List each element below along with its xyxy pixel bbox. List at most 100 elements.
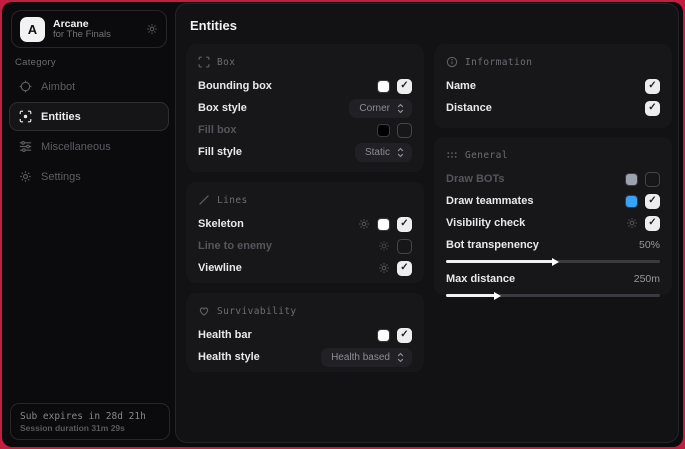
slider-track[interactable] [446, 260, 660, 263]
health-style-select[interactable]: Health based [321, 348, 412, 367]
sub-expiry-text: Sub expires in 28d 21h [20, 411, 160, 422]
setting-label: Line to enemy [198, 240, 378, 252]
app-subtitle: for The Finals [53, 30, 138, 41]
select-value: Static [365, 147, 390, 158]
crosshair-icon [19, 80, 32, 93]
max-distance-slider-group: Max distance 250m [446, 270, 660, 297]
checkbox[interactable] [645, 172, 660, 187]
setting-label: Skeleton [198, 218, 358, 230]
sidebar-item-label: Entities [41, 111, 81, 123]
session-duration-text: Session duration 31m 29s [20, 423, 160, 433]
color-swatch[interactable] [377, 218, 390, 231]
gear-icon[interactable] [358, 218, 370, 230]
diagonal-line-icon [198, 194, 210, 206]
general-section: General Draw BOTs Draw teammates Visibil… [434, 137, 672, 295]
gear-icon[interactable] [378, 262, 390, 274]
app-title: Arcane [53, 18, 138, 30]
color-swatch[interactable] [625, 195, 638, 208]
setting-row: Health style Health based [198, 346, 412, 368]
info-icon [446, 56, 458, 68]
brand-card: A Arcane for The Finals [11, 10, 167, 48]
setting-label: Health bar [198, 329, 377, 341]
gear-icon[interactable] [378, 240, 390, 252]
sidebar-item-miscellaneous[interactable]: Miscellaneous [9, 132, 169, 161]
checkbox[interactable] [645, 216, 660, 231]
setting-row: Fill style Static [198, 141, 412, 163]
gear-icon[interactable] [626, 217, 638, 229]
checkbox[interactable] [645, 101, 660, 116]
fill-style-select[interactable]: Static [355, 143, 412, 162]
checkbox[interactable] [397, 328, 412, 343]
setting-label: Name [446, 80, 645, 92]
chevrons-up-down-icon [396, 147, 405, 158]
color-swatch[interactable] [377, 80, 390, 93]
setting-row: Fill box [198, 119, 412, 141]
box-style-select[interactable]: Corner [349, 99, 412, 118]
setting-label: Box style [198, 102, 349, 114]
main-panel: Entities Box Bounding box Box style [175, 3, 679, 443]
setting-row: Box style Corner [198, 97, 412, 119]
corners-icon [198, 56, 210, 68]
survivability-section: Survivability Health bar Health style He… [186, 293, 424, 372]
sidebar: A Arcane for The Finals Category [2, 2, 175, 447]
slider-label: Max distance [446, 273, 634, 285]
sidebar-item-aimbot[interactable]: Aimbot [9, 72, 169, 101]
slider-fill [446, 294, 495, 297]
bot-transparency-slider-group: Bot transpenency 50% [446, 236, 660, 263]
sidebar-item-label: Aimbot [41, 81, 75, 93]
slider-thumb[interactable] [552, 258, 559, 266]
sidebar-nav: Aimbot Entities [9, 72, 169, 191]
setting-label: Viewline [198, 262, 378, 274]
color-swatch[interactable] [377, 124, 390, 137]
heart-icon [198, 305, 210, 317]
chevrons-up-down-icon [396, 352, 405, 363]
setting-label: Draw BOTs [446, 173, 625, 185]
checkbox[interactable] [645, 194, 660, 209]
gear-icon[interactable] [146, 23, 158, 35]
checkbox[interactable] [397, 79, 412, 94]
color-swatch[interactable] [377, 329, 390, 342]
app-logo: A [20, 17, 45, 42]
slider-track[interactable] [446, 294, 660, 297]
checkbox[interactable] [397, 217, 412, 232]
box-section: Box Bounding box Box style Corner [186, 44, 424, 172]
information-section: Information Name Distance [434, 44, 672, 128]
category-label: Category [15, 57, 56, 68]
checkbox[interactable] [645, 79, 660, 94]
checkbox[interactable] [397, 239, 412, 254]
sidebar-item-label: Miscellaneous [41, 141, 111, 153]
slider-fill [446, 260, 553, 263]
section-title: Box [217, 57, 235, 68]
section-title: General [465, 150, 508, 161]
sliders-icon [19, 140, 32, 153]
select-value: Corner [359, 103, 390, 114]
setting-row: Draw BOTs [446, 168, 660, 190]
setting-row: Draw teammates [446, 190, 660, 212]
lines-section: Lines Skeleton Line to enemy [186, 182, 424, 283]
setting-label: Fill style [198, 146, 355, 158]
setting-row: Bounding box [198, 75, 412, 97]
sidebar-item-entities[interactable]: Entities [9, 102, 169, 131]
setting-label: Draw teammates [446, 195, 625, 207]
setting-row: Distance [446, 97, 660, 119]
setting-row: Viewline [198, 257, 412, 279]
section-title: Lines [217, 195, 248, 206]
checkbox[interactable] [397, 261, 412, 276]
slider-value: 250m [634, 273, 660, 285]
color-swatch[interactable] [625, 173, 638, 186]
section-title: Information [465, 57, 532, 68]
setting-label: Fill box [198, 124, 377, 136]
select-value: Health based [331, 352, 390, 363]
page-title: Entities [190, 18, 237, 33]
setting-label: Visibility check [446, 217, 626, 229]
slider-label: Bot transpenency [446, 239, 639, 251]
chevrons-up-down-icon [396, 103, 405, 114]
subscription-card: Sub expires in 28d 21h Session duration … [10, 403, 170, 440]
section-title: Survivability [217, 306, 297, 317]
app-window: A Arcane for The Finals Category [2, 2, 683, 447]
slider-value: 50% [639, 239, 660, 251]
sidebar-item-settings[interactable]: Settings [9, 162, 169, 191]
slider-thumb[interactable] [494, 292, 501, 300]
setting-label: Distance [446, 102, 645, 114]
checkbox[interactable] [397, 123, 412, 138]
